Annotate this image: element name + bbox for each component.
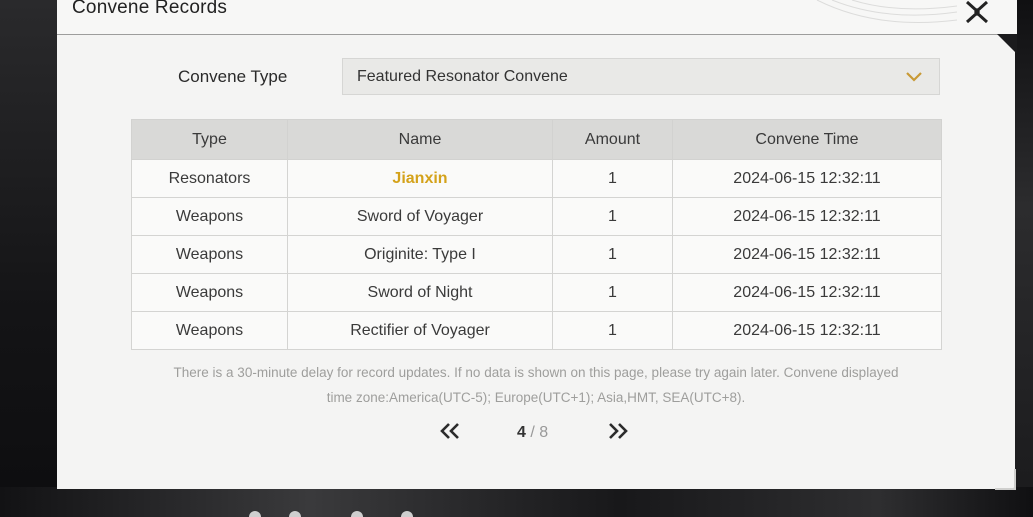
cell-type: Resonators [131, 159, 288, 198]
cell-type: Weapons [131, 235, 288, 274]
table-row: Resonators Jianxin 1 2024-06-15 12:32:11 [131, 159, 942, 198]
cell-type: Weapons [131, 273, 288, 312]
convene-type-label: Convene Type [178, 67, 288, 86]
cell-name: Sword of Night [287, 273, 553, 312]
background-dots-icon [249, 511, 413, 517]
page-separator: / [530, 424, 535, 441]
convene-records-dialog: Convene Records Convene Type Featured Re… [57, 0, 1017, 490]
table-row: Weapons Rectifier of Voyager 1 2024-06-1… [131, 311, 942, 350]
corner-bracket-icon [995, 469, 1016, 490]
cell-time: 2024-06-15 12:32:11 [672, 273, 942, 312]
table-row: Weapons Sword of Voyager 1 2024-06-15 12… [131, 197, 942, 236]
table-row: Weapons Sword of Night 1 2024-06-15 12:3… [131, 273, 942, 312]
cell-time: 2024-06-15 12:32:11 [672, 197, 942, 236]
next-page-button[interactable] [607, 422, 629, 445]
background-art-left [0, 0, 60, 517]
close-button[interactable] [962, 0, 992, 26]
cell-amount: 1 [552, 159, 673, 198]
cell-type: Weapons [131, 197, 288, 236]
cell-name: Jianxin [287, 159, 553, 198]
double-chevron-right-icon [609, 423, 628, 439]
column-header-convene-time: Convene Time [672, 119, 942, 160]
notice-line-1: There is a 30-minute delay for record up… [173, 365, 899, 380]
page-indicator: 4 / 8 [517, 424, 548, 442]
cell-amount: 1 [552, 311, 673, 350]
close-icon [965, 0, 989, 24]
cell-name: Originite: Type I [287, 235, 553, 274]
column-header-name: Name [287, 119, 553, 160]
dialog-title: Convene Records [72, 0, 228, 18]
cell-time: 2024-06-15 12:32:11 [672, 311, 942, 350]
cell-name: Sword of Voyager [287, 197, 553, 236]
decorative-arcs-icon [816, 0, 957, 23]
notice-line-2: time zone:America(UTC-5); Europe(UTC+1);… [326, 390, 746, 405]
table-row: Weapons Originite: Type I 1 2024-06-15 1… [131, 235, 942, 274]
pagination: 4 / 8 [437, 419, 637, 445]
total-pages: 8 [539, 424, 549, 441]
current-page: 4 [517, 424, 526, 441]
corner-decoration [997, 34, 1017, 54]
cell-type: Weapons [131, 311, 288, 350]
chevron-down-icon [906, 72, 922, 82]
cell-time: 2024-06-15 12:32:11 [672, 159, 942, 198]
cell-time: 2024-06-15 12:32:11 [672, 235, 942, 274]
background-art-bottom [0, 487, 1033, 517]
cell-amount: 1 [552, 235, 673, 274]
column-header-amount: Amount [552, 119, 673, 160]
double-chevron-left-icon [440, 423, 459, 439]
dialog-title-bar: Convene Records [57, 0, 1017, 35]
convene-type-selected-value: Featured Resonator Convene [357, 68, 568, 85]
record-delay-notice: There is a 30-minute delay for record up… [131, 360, 941, 410]
cell-name: Rectifier of Voyager [287, 311, 553, 350]
records-table: Type Name Amount Convene Time Resonators… [131, 119, 942, 350]
convene-type-dropdown[interactable]: Featured Resonator Convene [342, 58, 940, 95]
previous-page-button[interactable] [439, 422, 461, 445]
cell-amount: 1 [552, 273, 673, 312]
table-header-row: Type Name Amount Convene Time [131, 119, 942, 160]
column-header-type: Type [131, 119, 288, 160]
cell-amount: 1 [552, 197, 673, 236]
